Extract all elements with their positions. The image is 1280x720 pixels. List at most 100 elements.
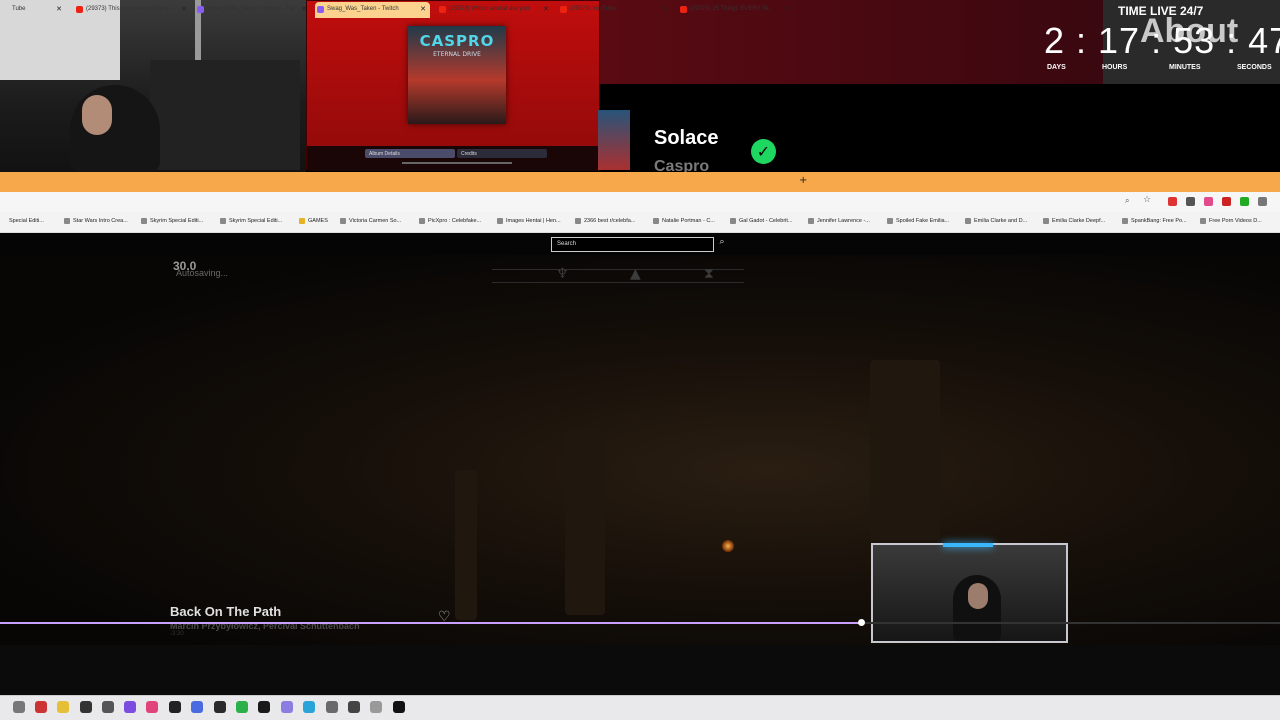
bookmark-item[interactable]: Free Porn Videos D... — [1200, 218, 1262, 224]
folder-icon — [299, 218, 305, 224]
bookmark-item[interactable]: Jennifer Lawrence -... — [808, 218, 870, 224]
app-icon[interactable] — [258, 701, 270, 713]
bookmark-item[interactable]: Natalie Portman - C... — [653, 218, 715, 224]
bookmark-icon — [575, 218, 581, 224]
app-icon[interactable] — [370, 701, 382, 713]
close-icon[interactable]: ✕ — [663, 5, 669, 13]
tab-label: (29373) This stunt was really co — [86, 6, 171, 12]
bookmark-item[interactable]: Emilia Clarke Deepf... — [1043, 218, 1105, 224]
bookmark-item[interactable]: Emilia Clarke and D... — [965, 218, 1027, 224]
bookmark-icon — [730, 218, 736, 224]
app-icon[interactable] — [169, 701, 181, 713]
search-input[interactable]: Search — [551, 237, 714, 252]
app-icon[interactable] — [102, 701, 114, 713]
extension-icon[interactable] — [1222, 197, 1231, 206]
extension-icon[interactable] — [1258, 197, 1267, 206]
game-rock — [870, 360, 940, 540]
app-icon[interactable] — [80, 701, 92, 713]
browser-toolbar — [0, 192, 1280, 212]
app-icon[interactable] — [35, 701, 47, 713]
check-icon: ✓ — [751, 139, 776, 164]
bookmark-item[interactable]: Skyrim Special Editi... — [141, 218, 203, 224]
app-icon[interactable] — [214, 701, 226, 713]
extension-icon[interactable] — [1168, 197, 1177, 206]
browser-tab[interactable]: (29373) YouTube ✕ — [558, 2, 673, 18]
close-icon[interactable]: ✕ — [181, 5, 187, 13]
tab-label: Swag_Was_Taken - Twitch — [327, 6, 399, 12]
bookmark-label: 2366 best r/celebfa... — [584, 218, 636, 224]
album-details-tab[interactable]: Album Details — [365, 149, 455, 158]
app-icon[interactable] — [393, 701, 405, 713]
bookmark-label: Emilia Clarke and D... — [974, 218, 1028, 224]
bookmark-item[interactable]: PicXpro : Celebfake... — [419, 218, 481, 224]
app-icon[interactable] — [236, 701, 248, 713]
credits-tab[interactable]: Credits — [457, 149, 547, 158]
close-icon[interactable]: ✕ — [420, 5, 426, 13]
bookmark-item[interactable]: Special Editi... — [0, 218, 44, 224]
bookmark-item[interactable]: Spoiled Fake Emilia... — [887, 218, 949, 224]
star-icon[interactable]: ☆ — [1143, 195, 1151, 205]
extension-icon[interactable] — [1240, 197, 1249, 206]
tab-label: (29373) YouTube — [570, 6, 616, 12]
browser-tab[interactable]: (29373) This stunt was really co ✕ — [74, 2, 191, 18]
browser-tab[interactable]: Tube ✕ — [0, 2, 66, 18]
browser-tab[interactable]: (29373) Which animal are you ✕ — [437, 2, 553, 18]
bookmark-icon — [497, 218, 503, 224]
bookmark-item[interactable]: Gal Gadot - Celebrit... — [730, 218, 793, 224]
app-icon[interactable] — [13, 701, 25, 713]
browser-tab[interactable]: (29373) 25 Things EVERY Sk ✕ — [678, 2, 795, 18]
video-player[interactable] — [0, 255, 1280, 645]
close-icon[interactable]: ✕ — [543, 5, 549, 13]
bookmark-label: Jennifer Lawrence -... — [817, 218, 870, 224]
extension-icon[interactable] — [1186, 197, 1195, 206]
new-tab-button[interactable]: + — [799, 175, 807, 186]
zoom-icon[interactable]: ⌕ — [1125, 196, 1129, 206]
bookmark-item[interactable]: Images Hentai | Hen... — [497, 218, 561, 224]
bookmark-icon — [1122, 218, 1128, 224]
bookmark-label: GAMES — [308, 218, 328, 224]
webcam-light — [943, 543, 993, 547]
track-progress-fill — [0, 622, 862, 624]
tab-label: (29373) 25 Things EVERY Sk — [690, 6, 770, 12]
bookmark-label: Emilia Clarke Deepf... — [1052, 218, 1106, 224]
extension-icon[interactable] — [1204, 197, 1213, 206]
bookmark-icon — [340, 218, 346, 224]
bookmark-icon — [887, 218, 893, 224]
bookmark-icon — [965, 218, 971, 224]
timer-label-seconds: SECONDS — [1237, 64, 1272, 71]
app-icon[interactable] — [124, 701, 136, 713]
bookmark-folder[interactable]: GAMES — [299, 218, 328, 224]
app-icon[interactable] — [326, 701, 338, 713]
webcam-face — [82, 95, 112, 135]
close-icon[interactable]: ✕ — [785, 5, 791, 13]
youtube-icon — [560, 6, 567, 13]
app-icon[interactable] — [57, 701, 69, 713]
close-icon[interactable]: ✕ — [301, 5, 307, 13]
app-icon[interactable] — [348, 701, 360, 713]
close-icon[interactable]: ✕ — [56, 5, 62, 13]
bookmark-item[interactable]: Victoria Carmen So... — [340, 218, 401, 224]
bookmark-item[interactable]: 2366 best r/celebfa... — [575, 218, 635, 224]
browser-tab-active[interactable]: Swag_Was_Taken - Twitch ✕ — [315, 2, 430, 18]
youtube-icon — [680, 6, 687, 13]
compass-marker-icon: ♆ — [556, 266, 569, 282]
bookmark-icon — [419, 218, 425, 224]
browser-tab[interactable]: Swag_Was_Taken's Videos - Tw ✕ — [195, 2, 311, 18]
bookmark-item[interactable]: Star Wars Intro Crea... — [64, 218, 128, 224]
app-icon[interactable] — [303, 701, 315, 713]
app-icon[interactable] — [191, 701, 203, 713]
bookmark-label: SpankBang: Free Po... — [1131, 218, 1187, 224]
bookmark-label: Victoria Carmen So... — [349, 218, 402, 224]
tab-label: (29373) Which animal are you — [449, 6, 530, 12]
bookmark-label: Gal Gadot - Celebrit... — [739, 218, 793, 224]
now-playing-progress[interactable] — [402, 162, 512, 164]
streamer-webcam-inset — [871, 543, 1068, 643]
app-icon[interactable] — [146, 701, 158, 713]
bookmark-item[interactable]: Skyrim Special Editi... — [220, 218, 282, 224]
twitch-icon — [317, 6, 324, 13]
app-icon[interactable] — [281, 701, 293, 713]
bookmark-icon — [808, 218, 814, 224]
timer-label-hours: HOURS — [1102, 64, 1128, 71]
bookmark-item[interactable]: SpankBang: Free Po... — [1122, 218, 1187, 224]
search-icon[interactable]: ⌕ — [716, 237, 728, 252]
